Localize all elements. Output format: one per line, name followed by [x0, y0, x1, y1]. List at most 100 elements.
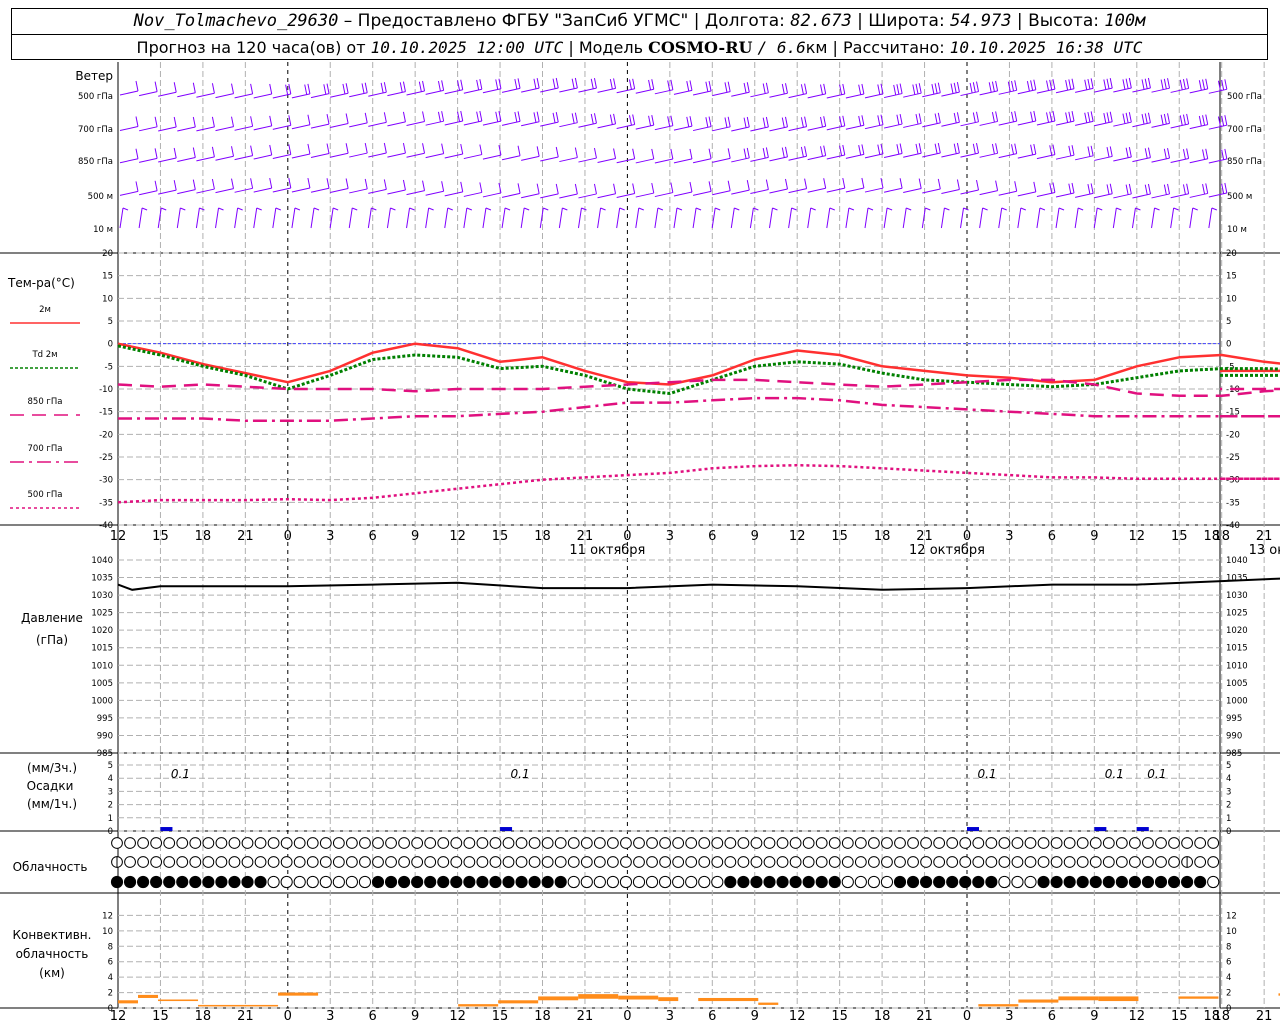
wind-barb-shaft: [215, 126, 234, 132]
wind-barb: [864, 177, 884, 193]
precip-tick-label: 0: [108, 827, 113, 837]
wind-barb-shaft: [234, 207, 239, 229]
wind-barb-flag: [269, 144, 273, 156]
cloud-mid-symbol: [137, 856, 150, 868]
wind-barb-flag: [988, 82, 992, 93]
time-tick-label-top: 0: [963, 529, 971, 544]
wind-barb: [234, 207, 243, 229]
cloud-high-symbol: [111, 837, 123, 849]
cloud-high-symbol: [515, 837, 528, 849]
cloud-high-symbol: [359, 837, 371, 849]
wind-barb: [730, 207, 740, 229]
convective-bar: [158, 999, 199, 1002]
cloud-high-symbol: [528, 837, 541, 849]
wind-barb: [119, 116, 139, 132]
cloud-low-symbol: [711, 875, 724, 889]
wind-barb: [1112, 207, 1122, 229]
wind-barb-flag: [823, 116, 827, 127]
temperature-tick-label: -5: [105, 362, 113, 372]
wind-barb-flag: [956, 179, 960, 190]
wind-barb-flag: [918, 113, 922, 124]
wind-barb-flag: [342, 83, 346, 95]
cloud-mid-symbol: [267, 856, 280, 868]
time-tick-label-bottom: 9: [751, 1009, 759, 1024]
wind-barb: [769, 178, 788, 194]
wind-barb-shaft: [673, 207, 678, 229]
wind-barb-flag: [746, 116, 750, 128]
cloud-low-symbol: [306, 875, 319, 889]
wind-barb-shaft: [387, 121, 406, 127]
wind-barb-flag: [231, 146, 235, 157]
wind-barb-shaft: [215, 93, 234, 99]
wind-barb-flag: [441, 143, 445, 154]
wind-barb-shaft: [425, 207, 430, 229]
wind-barb-shaft: [883, 153, 903, 159]
time-tick-label-bottom: 3: [666, 1009, 674, 1024]
cloud-low-symbol: [110, 875, 124, 889]
wind-barb: [712, 180, 731, 196]
cloud-mid-symbol: [150, 856, 163, 868]
wind-barb-shaft: [883, 93, 903, 99]
wind-barb-shaft: [291, 153, 311, 159]
wind-barb-flag: [1087, 111, 1091, 123]
wind-barb-shaft: [1094, 155, 1113, 161]
wind-barb: [1094, 146, 1113, 161]
cloud-mid-symbol: [1076, 856, 1089, 868]
wind-barb-shaft: [1094, 193, 1113, 199]
wind-barb-flag: [593, 147, 597, 159]
wind-barb-flag: [250, 116, 254, 127]
wind-barb: [864, 83, 884, 99]
cloud-mid-symbol: [881, 856, 893, 868]
wind-barb-flag: [937, 112, 941, 123]
wind-barb-shaft: [406, 120, 425, 126]
time-tick-label-top: 15: [492, 529, 509, 544]
wind-barb-flag: [746, 180, 750, 191]
wind-barb-shaft: [1055, 207, 1060, 229]
wind-barb-flag: [441, 111, 445, 122]
wind-barb-flag: [479, 110, 483, 122]
wind-barb-flag: [154, 148, 158, 159]
wind-barb-flag: [495, 79, 499, 90]
cloud-mid-symbol: [685, 856, 698, 868]
wind-barb-shaft: [158, 157, 177, 163]
wind-barb-shaft: [673, 191, 693, 197]
wind-barb-flag: [972, 112, 976, 123]
wind-barb-flag: [504, 207, 511, 211]
wind-barb-shaft: [349, 152, 368, 158]
wind-barb-flag: [390, 207, 396, 211]
wind-barb: [387, 142, 406, 158]
wind-barb-flag: [555, 183, 559, 195]
wind-barb-flag: [332, 207, 339, 211]
precip-value-label: 0.1: [1105, 767, 1124, 781]
wind-barb-flag: [1106, 147, 1110, 158]
wind-barb: [330, 113, 349, 128]
wind-barb-flag: [409, 207, 415, 211]
wind-barb: [883, 83, 903, 99]
wind-barb-shaft: [1189, 192, 1208, 198]
wind-barb-flag: [1128, 77, 1132, 89]
wind-barb: [501, 78, 521, 93]
wind-barb-flag: [1090, 111, 1094, 122]
wind-barb-flag: [877, 84, 881, 95]
wind-barb-flag: [1202, 115, 1206, 126]
time-tick-label-bottom: 9: [411, 1009, 419, 1024]
cloud-mid-symbol: [737, 856, 750, 868]
cloud-low-symbol: [411, 875, 424, 889]
cloud-high-symbol: [241, 837, 254, 849]
wind-barb: [1093, 207, 1103, 229]
wind-barb: [310, 83, 330, 99]
cloud-high-symbol: [176, 837, 189, 849]
wind-barb-shaft: [521, 87, 540, 93]
wind-barb-flag: [1198, 115, 1202, 127]
wind-barb: [903, 178, 922, 194]
cloud-mid-symbol: [607, 856, 619, 868]
temperature-tick-label: -30: [99, 476, 113, 486]
wind-barb-shaft: [769, 156, 788, 162]
cloud-mid-symbol: [868, 856, 880, 868]
wind-barb: [903, 143, 922, 158]
wind-barb-flag: [670, 148, 674, 160]
wind-barb-flag: [1167, 147, 1171, 159]
wind-barb-flag: [441, 80, 445, 91]
wind-barb-flag: [893, 84, 897, 96]
cloud-low-symbol: [789, 875, 802, 889]
